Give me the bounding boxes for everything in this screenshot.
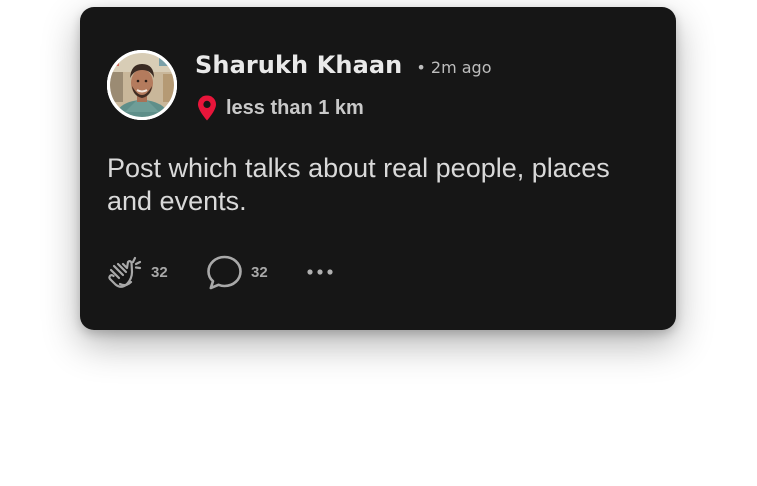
ellipsis-icon	[307, 269, 333, 275]
location-row: less than 1 km	[197, 95, 364, 121]
comment-button[interactable]: 32	[206, 254, 306, 291]
speech-bubble-icon	[207, 255, 242, 289]
post-actions: 32 32	[106, 253, 338, 291]
more-options-button[interactable]	[306, 266, 338, 278]
avatar-image	[107, 50, 177, 120]
avatar[interactable]	[107, 50, 177, 120]
clap-count: 32	[151, 263, 168, 281]
location-distance: less than 1 km	[226, 96, 364, 119]
author-name[interactable]: Sharukh Khaan	[195, 51, 402, 79]
post-card[interactable]: Sharukh Khaan • 2m ago less than 1 km Po…	[80, 7, 676, 330]
post-body: Post which talks about real people, plac…	[107, 153, 610, 216]
post-timestamp: • 2m ago	[416, 58, 492, 77]
map-pin-icon	[198, 95, 216, 121]
comment-count: 32	[251, 263, 268, 281]
clap-button[interactable]: 32	[106, 254, 206, 291]
author-row: Sharukh Khaan • 2m ago	[195, 51, 491, 79]
clapping-hands-icon	[108, 256, 142, 288]
